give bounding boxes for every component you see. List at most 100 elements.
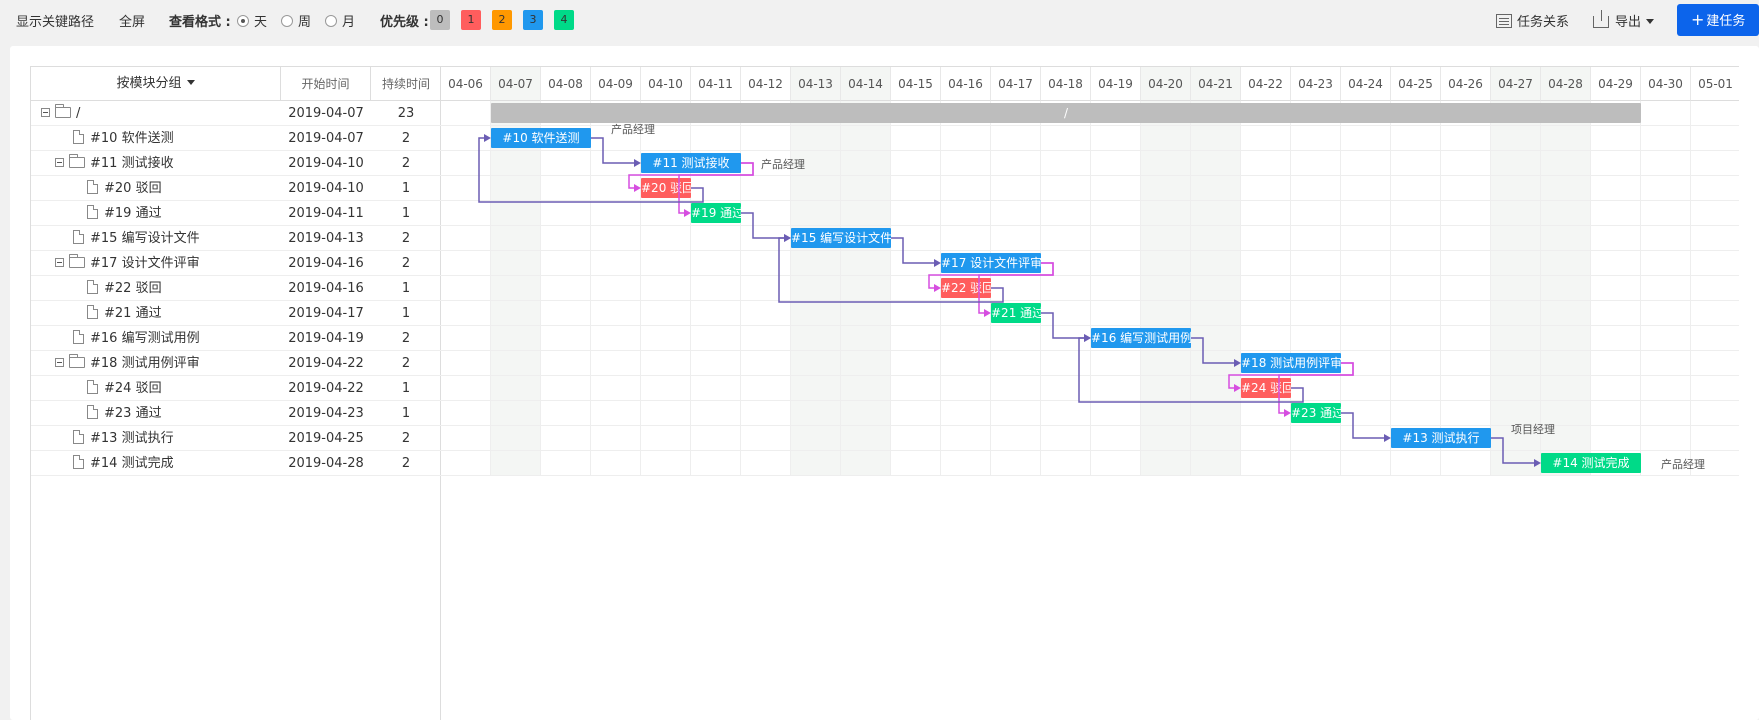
arrow-head-icon (1284, 409, 1291, 417)
arrow-head-icon (1084, 334, 1091, 342)
task-start-cell: 2019-04-07 (288, 131, 364, 146)
task-duration-cell: 2 (401, 331, 411, 346)
radio-icon (325, 15, 337, 27)
task-start-cell: 2019-04-17 (288, 306, 364, 321)
task-row[interactable]: #23 通过 2019-04-23 1 (31, 401, 441, 426)
task-name: #20 驳回 (104, 181, 162, 196)
priority-0-button[interactable]: 0 (430, 10, 450, 30)
task-row[interactable]: #18 测试用例评审 2019-04-22 2 (31, 351, 441, 376)
task-name: #21 通过 (104, 306, 162, 321)
task-row[interactable]: #13 测试执行 2019-04-25 2 (31, 426, 441, 451)
dependency-link (678, 162, 754, 214)
list-icon (1496, 14, 1512, 28)
folder-icon (69, 354, 85, 368)
task-name-cell: #19 通过 (31, 201, 281, 226)
collapse-icon[interactable] (55, 358, 64, 367)
task-name-cell: #20 驳回 (31, 176, 281, 201)
collapse-icon[interactable] (41, 108, 50, 117)
file-icon (73, 130, 84, 144)
file-icon (87, 280, 98, 294)
task-name: #10 软件送测 (90, 131, 174, 146)
dependency-links (478, 134, 1541, 467)
dependency-link (591, 137, 635, 164)
task-start-cell: 2019-04-16 (288, 281, 364, 296)
task-row[interactable]: / 2019-04-07 23 (31, 101, 441, 126)
task-name-cell: / (31, 101, 281, 126)
task-row[interactable]: #15 编写设计文件 2019-04-13 2 (31, 226, 441, 251)
task-name-cell: #14 测试完成 (31, 451, 281, 476)
task-start-cell: 2019-04-25 (288, 431, 364, 446)
toolbar: 显示关键路径 全屏 查看格式 : 天 周 月 优先级 : 0 1 2 3 4 任… (0, 0, 1759, 40)
task-row[interactable]: #17 设计文件评审 2019-04-16 2 (31, 251, 441, 276)
task-row[interactable]: #16 编写测试用例 2019-04-19 2 (31, 326, 441, 351)
task-duration-cell: 2 (401, 231, 411, 246)
task-name-cell: #24 驳回 (31, 376, 281, 401)
task-row[interactable]: #20 驳回 2019-04-10 1 (31, 176, 441, 201)
task-duration-cell: 2 (401, 431, 411, 446)
arrow-head-icon (984, 309, 991, 317)
new-task-button[interactable]: + 建任务 (1677, 4, 1759, 36)
plus-icon: + (1691, 10, 1705, 29)
dependency-link (778, 237, 1004, 303)
task-row[interactable]: #11 测试接收 2019-04-10 2 (31, 151, 441, 176)
group-by-module-header[interactable]: 按模块分组 (31, 67, 281, 101)
export-dropdown[interactable]: 导出 (1593, 10, 1655, 30)
task-name: #22 驳回 (104, 281, 162, 296)
task-name: #17 设计文件评审 (90, 256, 200, 271)
task-relations-button[interactable]: 任务关系 (1496, 11, 1569, 30)
task-name-cell: #21 通过 (31, 301, 281, 326)
task-row[interactable]: #14 测试完成 2019-04-28 2 (31, 451, 441, 476)
dependency-link (1491, 437, 1535, 464)
task-start-cell: 2019-04-22 (288, 381, 364, 396)
file-icon (73, 230, 84, 244)
arrow-head-icon (634, 184, 641, 192)
task-row[interactable]: #22 驳回 2019-04-16 1 (31, 276, 441, 301)
task-duration-cell: 2 (401, 256, 411, 271)
priority-3-button[interactable]: 3 (523, 10, 543, 30)
dependency-link (1078, 337, 1304, 403)
task-start-cell: 2019-04-16 (288, 256, 364, 271)
task-name: #16 编写测试用例 (90, 331, 200, 346)
task-name: #24 驳回 (104, 381, 162, 396)
task-name-cell: #22 驳回 (31, 276, 281, 301)
view-option-month[interactable]: 月 (325, 11, 355, 30)
arrow-head-icon (1534, 459, 1541, 467)
task-name-cell: #11 测试接收 (31, 151, 281, 176)
task-duration-cell: 1 (401, 181, 411, 196)
duration-header[interactable]: 持续时间 (371, 67, 441, 101)
task-row[interactable]: #21 通过 2019-04-17 1 (31, 301, 441, 326)
folder-icon (69, 154, 85, 168)
fullscreen-button[interactable]: 全屏 (119, 11, 145, 30)
file-icon (87, 305, 98, 319)
task-duration-cell: 1 (401, 206, 411, 221)
task-duration-cell: 2 (401, 456, 411, 471)
dependency-link (1341, 412, 1385, 439)
arrow-head-icon (684, 209, 691, 217)
task-duration-cell: 1 (401, 281, 411, 296)
task-row[interactable]: #24 驳回 2019-04-22 1 (31, 376, 441, 401)
task-start-cell: 2019-04-10 (288, 156, 364, 171)
arrow-head-icon (484, 134, 491, 142)
priority-2-button[interactable]: 2 (492, 10, 512, 30)
task-duration-cell: 1 (401, 306, 411, 321)
critical-path-toggle[interactable]: 显示关键路径 (16, 11, 94, 30)
task-grid: 按模块分组 开始时间 持续时间 / 2019-04-07 23 #10 软件送测 201… (31, 67, 441, 720)
collapse-icon[interactable] (55, 158, 64, 167)
caret-down-icon (186, 80, 195, 85)
view-option-day[interactable]: 天 (237, 11, 267, 30)
task-duration-cell: 1 (401, 381, 411, 396)
task-name-cell: #23 通过 (31, 401, 281, 426)
timeline: 04-06 04-07 04-08 04-09 04-10 04-11 04-12 04-13… (441, 67, 1739, 720)
file-icon (87, 380, 98, 394)
task-name: #11 测试接收 (90, 156, 174, 171)
priority-4-button[interactable]: 4 (554, 10, 574, 30)
dependency-link (891, 237, 935, 264)
collapse-icon[interactable] (55, 258, 64, 267)
task-row[interactable]: #10 软件送测 2019-04-07 2 (31, 126, 441, 151)
task-row[interactable]: #19 通过 2019-04-11 1 (31, 201, 441, 226)
dependency-link (741, 212, 785, 239)
start-time-header[interactable]: 开始时间 (281, 67, 371, 101)
priority-1-button[interactable]: 1 (461, 10, 481, 30)
arrow-head-icon (934, 284, 941, 292)
view-option-week[interactable]: 周 (281, 11, 311, 30)
